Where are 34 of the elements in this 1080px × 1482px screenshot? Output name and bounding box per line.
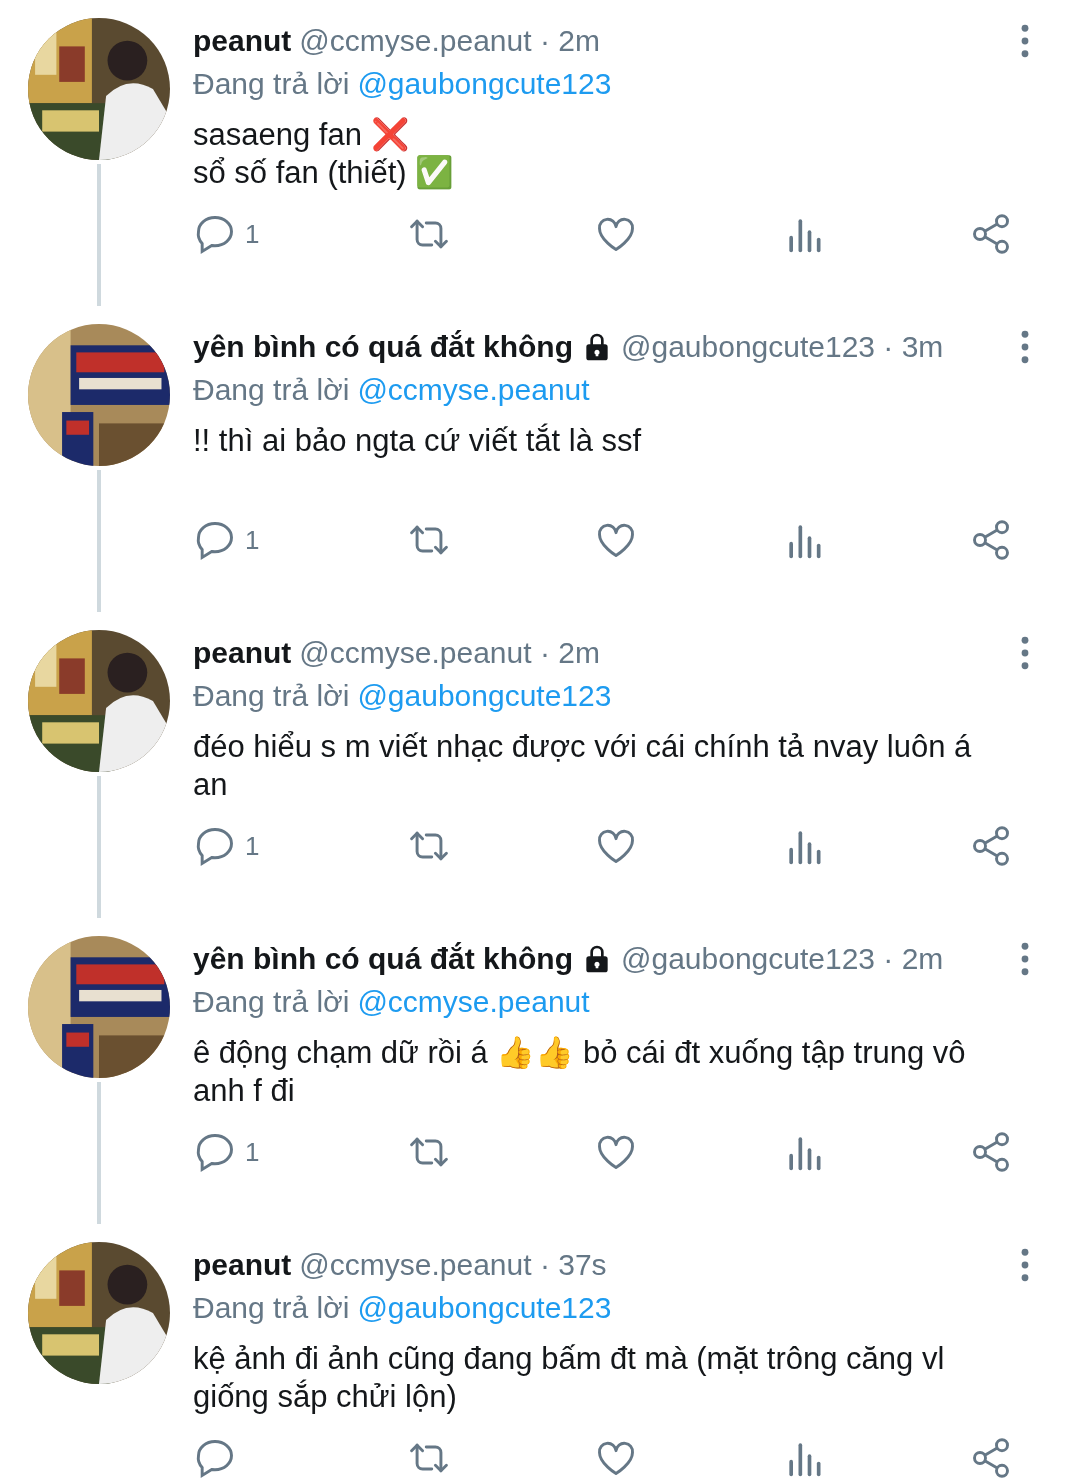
mention-link[interactable]: @gaubongcute123: [357, 67, 612, 100]
mention-link[interactable]: @ccmyse.peanut: [357, 373, 590, 406]
tweet-text: ê động chạm dữ rồi á 👍👍 bỏ cái đt xuống tập trung vô anh f đi: [193, 1034, 967, 1110]
display-name[interactable]: peanut: [193, 1248, 292, 1282]
tweet-text: sasaeng fan ❌ sổ số fan (thiết) ✅: [193, 116, 456, 192]
mention-link[interactable]: @ccmyse.peanut: [357, 985, 590, 1018]
reply-button[interactable]: 1: [193, 1130, 263, 1174]
mention-link[interactable]: @gaubongcute123: [357, 679, 612, 712]
more-icon[interactable]: [1020, 330, 1030, 364]
display-name[interactable]: yên bình có quá đắt không: [193, 942, 573, 976]
tweet-text: kệ ảnh đi ảnh cũng đang bấm đt mà (mặt trông căng vl giống sắp chửi lộn): [193, 1340, 946, 1416]
more-icon[interactable]: [1020, 24, 1030, 58]
display-name[interactable]: peanut: [193, 636, 292, 670]
tweet-text: đéo hiểu s m viết nhạc được với cái chính tả nvay luôn á an: [193, 728, 973, 804]
display-name[interactable]: yên bình có quá đắt không: [193, 330, 573, 364]
more-icon[interactable]: [1020, 942, 1030, 976]
tweet-text: !! thì ai bảo ngta cứ viết tắt là ssf: [193, 422, 643, 460]
handle-time: @ccmyse.peanut · 2m: [299, 24, 600, 58]
replying-to-label: Đang trả lời: [193, 373, 350, 406]
replying-to-label: Đang trả lời: [193, 985, 350, 1018]
replying-to-label: Đang trả lời: [193, 1291, 350, 1324]
display-name[interactable]: peanut: [193, 24, 292, 58]
replying-to-label: Đang trả lời: [193, 679, 350, 712]
handle-time: @gaubongcute123 · 2m: [621, 942, 944, 976]
handle-time: @ccmyse.peanut · 2m: [299, 636, 600, 670]
replying-to-label: Đang trả lời: [193, 67, 350, 100]
more-icon[interactable]: [1020, 636, 1030, 670]
reply-button[interactable]: 1: [193, 212, 263, 256]
handle-time: @gaubongcute123 · 3m: [621, 330, 944, 364]
reply-button[interactable]: 1: [193, 824, 263, 868]
handle-time: @ccmyse.peanut · 37s: [299, 1248, 607, 1282]
mention-link[interactable]: @gaubongcute123: [357, 1291, 612, 1324]
more-icon[interactable]: [1020, 1248, 1030, 1282]
reply-button[interactable]: 1: [193, 518, 263, 562]
